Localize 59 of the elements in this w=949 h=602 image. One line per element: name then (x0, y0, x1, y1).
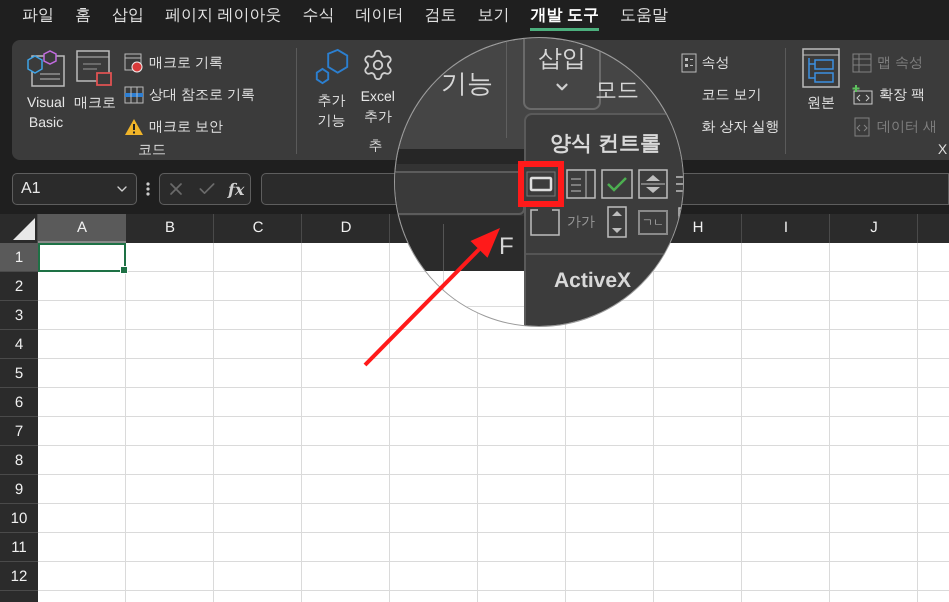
vertical-dots-icon[interactable] (145, 181, 151, 197)
ribbon-tab[interactable]: 홈 (75, 6, 91, 31)
name-box[interactable]: A1 (12, 173, 137, 205)
ribbon-tab[interactable]: 보기 (477, 6, 510, 31)
macro-document-icon (75, 48, 115, 88)
ribbon-tab[interactable]: 검토 (424, 6, 456, 31)
ribbon-button[interactable]: 추가 기능 (312, 48, 351, 130)
ribbon-tab[interactable]: 수식 (302, 6, 334, 31)
ribbon-small-button[interactable]: 확장 팩 (852, 82, 925, 108)
ribbon-tab[interactable]: 데이터 (355, 6, 404, 31)
insert-function-button[interactable]: fx (228, 180, 244, 198)
checkbox-control-icon[interactable] (601, 169, 633, 199)
ribbon-tab[interactable]: 개발 도구 (530, 6, 599, 31)
ribbon-small-button[interactable]: 속성 (680, 50, 730, 76)
ribbon-button[interactable]: Visual Basic (26, 48, 66, 132)
row-header[interactable]: 1 (0, 243, 38, 272)
source-panel-icon (802, 48, 840, 88)
column-header[interactable]: J (830, 214, 918, 243)
ribbon-button[interactable]: Excel 추가 (360, 48, 395, 126)
column-header: F (499, 234, 514, 260)
document-icon (852, 117, 872, 137)
group-label: X (938, 140, 948, 158)
scroll-bar-icon[interactable] (607, 206, 627, 238)
ribbon-tab[interactable]: 도움말 (620, 6, 668, 31)
column-header[interactable]: C (214, 214, 302, 243)
grid-icon (124, 86, 144, 104)
ribbon-small-button[interactable]: 화 상자 실행 (702, 114, 780, 140)
group-label: 코드 (138, 140, 166, 158)
package-icon (852, 85, 874, 105)
selected-cell[interactable] (38, 243, 126, 272)
column-header[interactable]: A (38, 214, 126, 243)
option-control[interactable]: ㄱㄴ (638, 210, 668, 234)
cubes-document-icon (26, 48, 66, 88)
table-icon (852, 53, 872, 73)
group-box-icon[interactable] (530, 207, 560, 237)
ribbon-tab[interactable]: 파일 (22, 6, 54, 31)
record-macro-icon (124, 53, 144, 73)
ribbon-small-button[interactable]: 상대 참조로 기록 (124, 82, 255, 108)
ribbon-button[interactable]: 원본 (802, 48, 840, 112)
ribbon-small-button[interactable]: 매크로 기록 (124, 50, 223, 76)
select-all-triangle-icon[interactable] (13, 218, 35, 240)
properties-icon (680, 53, 697, 73)
warning-icon (124, 118, 144, 136)
ribbon-button[interactable]: 매크로 (74, 48, 116, 112)
column-header[interactable]: B (126, 214, 214, 243)
group-label: 추 (368, 136, 383, 154)
section-title: ActiveX (554, 269, 632, 293)
column-header[interactable]: I (742, 214, 830, 243)
column-header[interactable]: D (302, 214, 390, 243)
ribbon-small-button[interactable]: 코드 보기 (702, 82, 762, 108)
ribbon-label: 기능 (441, 69, 493, 98)
ribbon-tab[interactable]: 삽입 (112, 6, 144, 31)
label-control[interactable]: 가가 (567, 213, 595, 231)
ribbon-tab[interactable]: 페이지 레이아웃 (165, 6, 282, 31)
ribbon-small-button[interactable]: 매크로 보안 (124, 114, 223, 140)
section-title: 양식 컨트롤 (550, 131, 661, 157)
button-control-icon[interactable] (526, 171, 556, 197)
spin-button-icon[interactable] (638, 169, 668, 199)
combo-box-icon[interactable] (566, 169, 596, 199)
